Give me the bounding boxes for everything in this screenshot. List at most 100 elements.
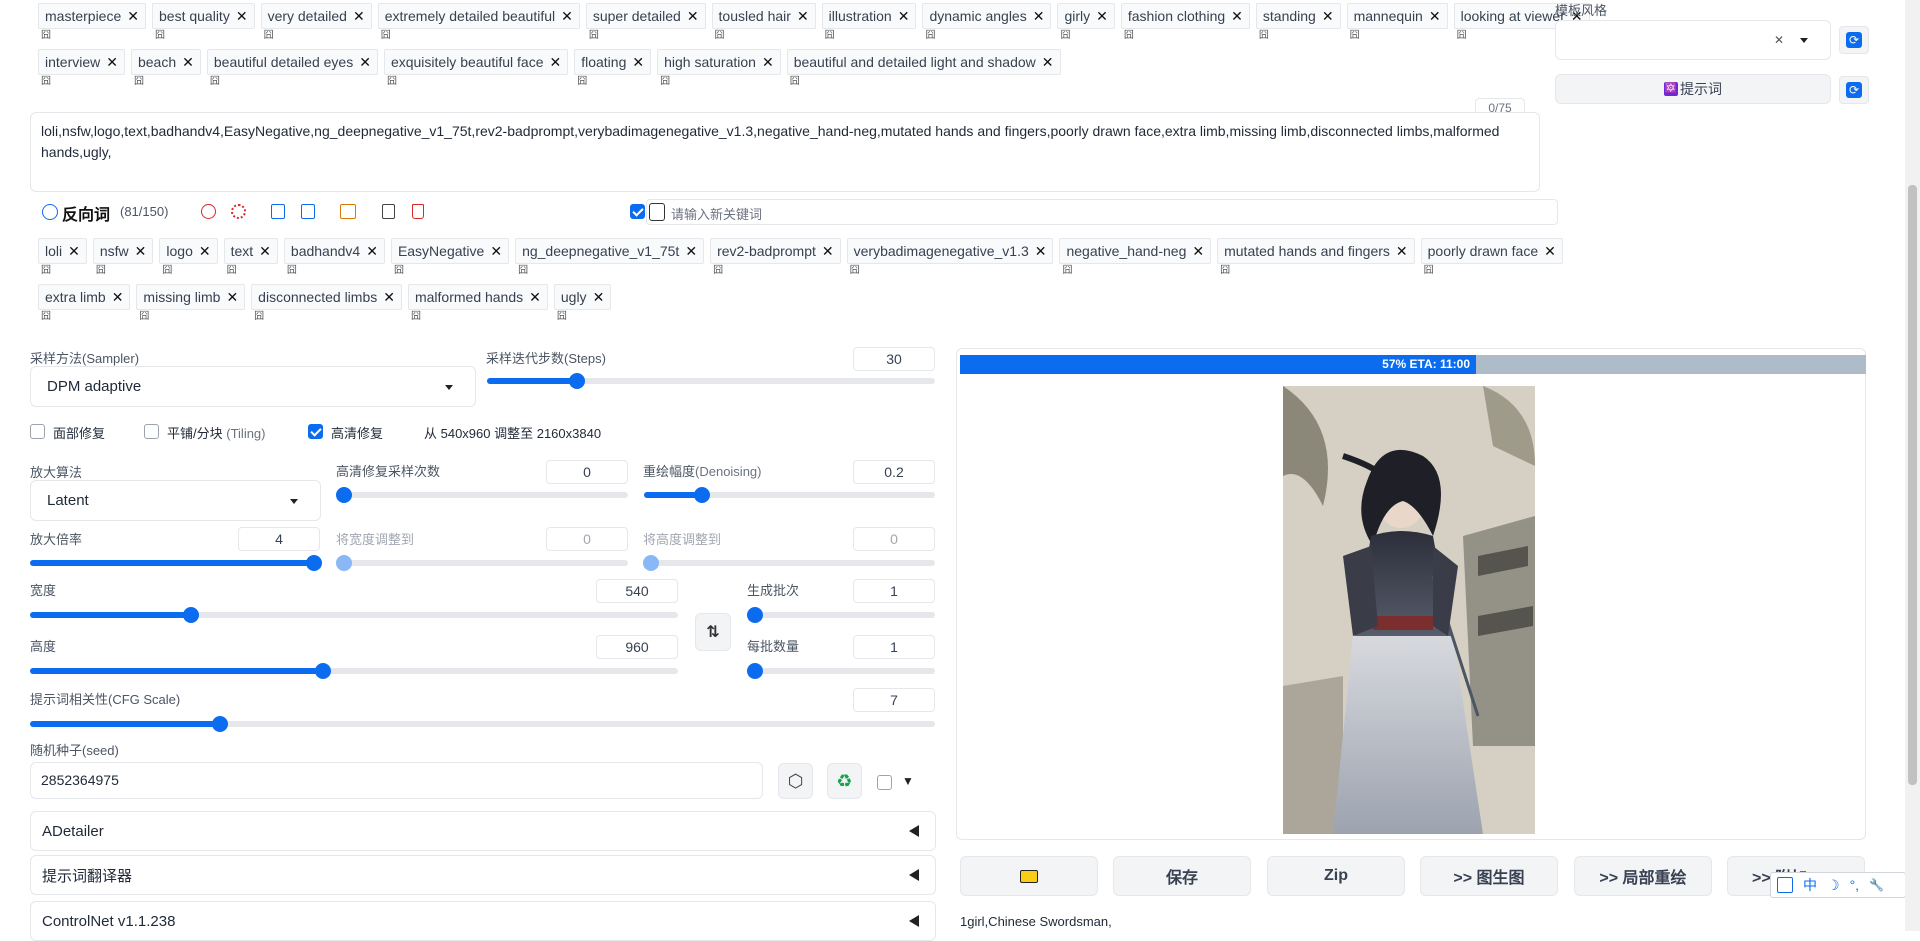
tag-weight-icon[interactable]: 囧 (210, 77, 220, 87)
remove-tag-icon[interactable]: ✕ (490, 243, 502, 260)
remove-tag-icon[interactable]: ✕ (1429, 8, 1441, 25)
prompt-tag[interactable]: dynamic angles ✕ 囧 (922, 3, 1052, 41)
tag-weight-icon[interactable]: 囧 (850, 266, 860, 276)
tag-weight-icon[interactable]: 囧 (134, 77, 144, 87)
prompt-tag[interactable]: floating ✕ 囧 (574, 49, 652, 87)
remove-tag-icon[interactable]: ✕ (182, 54, 194, 71)
swap-dimensions-button[interactable]: ⇅ (695, 613, 731, 651)
batch-count-input[interactable]: 1 (853, 579, 935, 603)
remove-tag-icon[interactable]: ✕ (366, 243, 378, 260)
prompt-tag[interactable]: poorly drawn face ✕ 囧 (1420, 238, 1563, 276)
translate-icon[interactable] (334, 198, 362, 224)
prompt-tag[interactable]: badhandv4 ✕ 囧 (283, 238, 385, 276)
resize-height-slider[interactable] (643, 555, 935, 571)
tag-weight-icon[interactable]: 囧 (96, 266, 106, 276)
remove-tag-icon[interactable]: ✕ (1231, 8, 1243, 25)
prompt-tag[interactable]: fashion clothing ✕ 囧 (1120, 3, 1250, 41)
tag-weight-icon[interactable]: 囧 (1060, 31, 1070, 41)
tag-weight-icon[interactable]: 囧 (41, 312, 51, 322)
reuse-seed-button[interactable]: ♻ (827, 763, 862, 799)
prompt-refresh-button[interactable]: ⟳ (1839, 76, 1869, 104)
ime-language[interactable]: 中 (1803, 875, 1817, 895)
tag-weight-icon[interactable]: 囧 (41, 31, 51, 41)
steps-slider[interactable] (487, 373, 935, 389)
hires-checkbox[interactable] (308, 424, 323, 439)
tag-weight-icon[interactable]: 囧 (1457, 31, 1467, 41)
send-to-img2img-button[interactable]: >> 图生图 (1420, 856, 1558, 896)
accordion-controlnet[interactable]: ControlNet v1.1.238 (30, 901, 936, 941)
settings-icon[interactable] (224, 198, 252, 224)
prompt-tag[interactable]: ng_deepnegative_v1_75t ✕ 囧 (515, 238, 705, 276)
remove-tag-icon[interactable]: ✕ (561, 8, 573, 25)
tag-weight-icon[interactable]: 囧 (162, 266, 172, 276)
prompt-tag[interactable]: mannequin ✕ 囧 (1346, 3, 1448, 41)
tag-weight-icon[interactable]: 囧 (381, 31, 391, 41)
keyword-enable-checkbox[interactable] (630, 204, 645, 219)
tag-weight-icon[interactable]: 囧 (925, 31, 935, 41)
prompt-tag[interactable]: masterpiece ✕ 囧 (38, 3, 146, 41)
remove-tag-icon[interactable]: ✕ (529, 289, 541, 306)
save-button[interactable]: 保存 (1113, 856, 1251, 896)
keyword-input[interactable]: 请输入新关键词 (646, 199, 1558, 225)
prompt-tag[interactable]: best quality ✕ 囧 (152, 3, 255, 41)
height-input[interactable]: 960 (596, 635, 678, 659)
tag-weight-icon[interactable]: 囧 (589, 31, 599, 41)
open-folder-button[interactable] (960, 856, 1098, 896)
seed-extra-toggle-icon[interactable]: ▼ (902, 774, 914, 788)
seed-input[interactable]: 2852364975 (30, 762, 763, 799)
remove-tag-icon[interactable]: ✕ (199, 243, 211, 260)
moon-icon[interactable]: ☽ (1827, 877, 1840, 894)
prompt-tag[interactable]: logo ✕ 囧 (159, 238, 218, 276)
globe-icon[interactable] (194, 198, 222, 224)
prompt-tag[interactable]: interview ✕ 囧 (38, 49, 125, 87)
remove-tag-icon[interactable]: ✕ (112, 289, 124, 306)
tag-weight-icon[interactable]: 囧 (715, 31, 725, 41)
remove-tag-icon[interactable]: ✕ (1322, 8, 1334, 25)
tag-weight-icon[interactable]: 囧 (713, 266, 723, 276)
remove-tag-icon[interactable]: ✕ (593, 289, 605, 306)
template-style-select[interactable]: ✕ (1555, 20, 1831, 60)
face-restore-checkbox[interactable] (30, 424, 45, 439)
tag-weight-icon[interactable]: 囧 (287, 266, 297, 276)
tag-weight-icon[interactable]: 囧 (411, 312, 421, 322)
prompt-tag[interactable]: extra limb ✕ 囧 (38, 284, 131, 322)
random-seed-button[interactable]: ⬡ (778, 763, 813, 799)
tag-weight-icon[interactable]: 囧 (1424, 266, 1434, 276)
remove-tag-icon[interactable]: ✕ (127, 8, 139, 25)
prompt-tag[interactable]: extremely detailed beautiful ✕ 囧 (377, 3, 580, 41)
tag-weight-icon[interactable]: 囧 (825, 31, 835, 41)
prompt-tag[interactable]: girly ✕ 囧 (1057, 3, 1115, 41)
cfg-slider[interactable] (30, 716, 935, 732)
steps-input[interactable]: 30 (853, 347, 935, 371)
sampler-select[interactable]: DPM adaptive (30, 366, 476, 407)
prompt-tag[interactable]: EasyNegative ✕ 囧 (390, 238, 510, 276)
negative-prompt-textarea[interactable]: loli,nsfw,logo,text,badhandv4,EasyNegati… (30, 112, 1540, 192)
template-refresh-button[interactable]: ⟳ (1839, 26, 1869, 54)
seed-extra-checkbox[interactable] (877, 775, 892, 790)
remove-tag-icon[interactable]: ✕ (259, 243, 271, 260)
import-icon[interactable] (264, 198, 292, 224)
remove-tag-icon[interactable]: ✕ (236, 8, 248, 25)
tag-weight-icon[interactable]: 囧 (518, 266, 528, 276)
hires-steps-input[interactable]: 0 (546, 460, 628, 484)
remove-tag-icon[interactable]: ✕ (68, 243, 80, 260)
denoising-slider[interactable] (644, 487, 935, 503)
tag-weight-icon[interactable]: 囧 (387, 77, 397, 87)
tiling-checkbox[interactable] (144, 424, 159, 439)
denoising-input[interactable]: 0.2 (853, 460, 935, 484)
tag-weight-icon[interactable]: 囧 (394, 266, 404, 276)
ime-toolbar[interactable]: 中 ☽ °, 🔧 (1770, 872, 1906, 898)
prompt-tag[interactable]: text ✕ 囧 (223, 238, 278, 276)
hires-steps-slider[interactable] (336, 487, 628, 503)
prompt-tag[interactable]: ugly ✕ 囧 (553, 284, 612, 322)
batch-size-input[interactable]: 1 (853, 635, 935, 659)
tag-weight-icon[interactable]: 囧 (139, 312, 149, 322)
tag-weight-icon[interactable]: 囧 (790, 77, 800, 87)
generated-image[interactable] (1283, 386, 1535, 834)
remove-tag-icon[interactable]: ✕ (1042, 54, 1054, 71)
batch-size-slider[interactable] (747, 663, 935, 679)
tag-weight-icon[interactable]: 囧 (1259, 31, 1269, 41)
remove-tag-icon[interactable]: ✕ (1096, 8, 1108, 25)
prompt-tag[interactable]: beach ✕ 囧 (130, 49, 201, 87)
remove-tag-icon[interactable]: ✕ (797, 8, 809, 25)
